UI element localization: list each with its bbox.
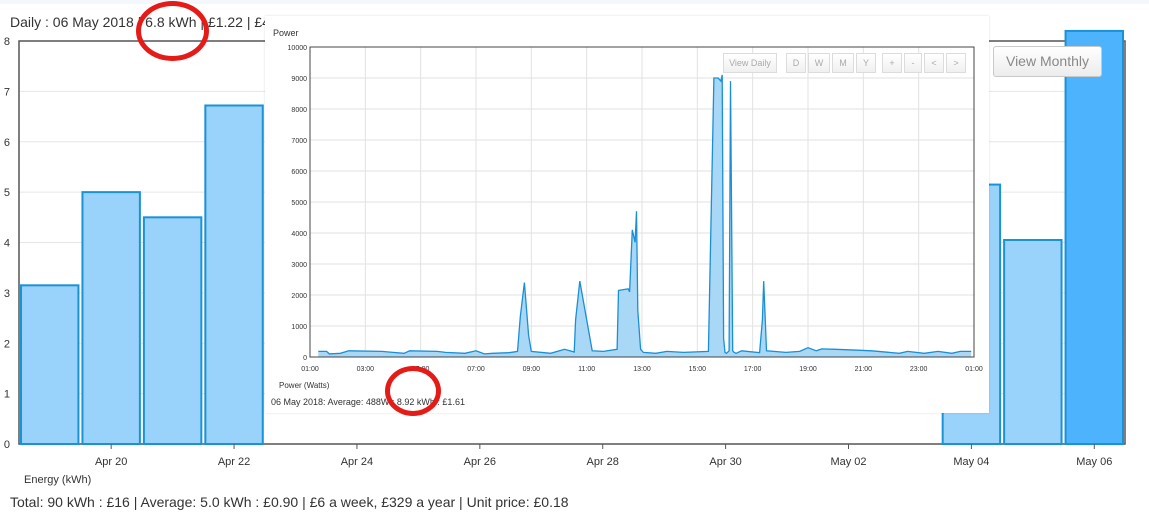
- zoom-out-button[interactable]: -: [904, 53, 922, 73]
- x-tick-label: Apr 24: [341, 456, 373, 468]
- x-tick-label: Apr 20: [95, 456, 127, 468]
- x-tick-label: Apr 28: [587, 456, 619, 468]
- y-tick-label: 4: [4, 238, 10, 250]
- x-tick-label: Apr 22: [218, 456, 250, 468]
- totals-summary: Total: 90 kWh : £16 | Average: 5.0 kWh :…: [10, 494, 569, 510]
- range-day-button[interactable]: D: [786, 53, 806, 73]
- next-button[interactable]: >: [946, 53, 966, 73]
- power-y-tick-label: 7000: [291, 138, 307, 145]
- power-x-tick-label: 21:00: [855, 366, 873, 373]
- y-tick-label: 0: [4, 439, 10, 451]
- y-tick-label: 1: [4, 389, 10, 401]
- bar-apr-20: [81, 191, 141, 445]
- power-chart-title: Power: [273, 28, 299, 38]
- energy-axis-label: Energy (kWh): [24, 474, 92, 486]
- y-tick-label: 2: [4, 338, 10, 350]
- x-tick-label: May 06: [1076, 456, 1112, 468]
- bar-apr-22: [204, 104, 264, 445]
- power-y-tick-label: 10000: [288, 45, 308, 52]
- power-y-tick-label: 0: [303, 355, 307, 362]
- bar-may-05: [1003, 238, 1063, 445]
- power-area: [318, 74, 972, 358]
- x-tick-label: Apr 30: [709, 456, 741, 468]
- prev-button[interactable]: <: [924, 53, 944, 73]
- power-detail-popup: 0 1000 2000 3000 4000 5000 6000 7000 8000 9000 100…: [265, 16, 989, 413]
- power-y-tick-label: 9000: [291, 76, 307, 83]
- view-monthly-button[interactable]: View Monthly: [993, 46, 1102, 77]
- zoom-in-button[interactable]: +: [882, 53, 902, 73]
- x-tick-label: May 02: [830, 456, 866, 468]
- y-tick-label: 6: [4, 137, 10, 149]
- highlight-circle-summary: [385, 366, 441, 416]
- bar-may-06: [1064, 29, 1124, 446]
- power-x-tick-label: 15:00: [689, 366, 707, 373]
- power-y-tick-label: 4000: [291, 231, 307, 238]
- x-tick-label: Apr 26: [464, 456, 496, 468]
- range-week-button[interactable]: W: [808, 53, 830, 73]
- y-tick-label: 8: [4, 36, 10, 48]
- y-tick-label: 5: [4, 187, 10, 199]
- power-line: [318, 74, 972, 355]
- power-y-tick-label: 8000: [291, 107, 307, 114]
- bar-apr-21: [142, 216, 203, 445]
- power-axis-label: Power (Watts): [279, 381, 330, 390]
- power-x-tick-label: 19:00: [799, 366, 817, 373]
- power-y-tick-label: 2000: [291, 293, 307, 300]
- power-x-tick-label: 07:00: [467, 366, 485, 373]
- power-y-tick-label: 6000: [291, 169, 307, 176]
- x-tick-label: May 04: [953, 456, 989, 468]
- power-x-tick-label: 17:00: [744, 366, 762, 373]
- power-y-tick-label: 1000: [291, 324, 307, 331]
- power-x-tick-label: 09:00: [523, 366, 541, 373]
- power-x-tick-label: 03:00: [357, 366, 375, 373]
- power-y-tick-label: 3000: [291, 262, 307, 269]
- y-tick-label: 7: [4, 86, 10, 98]
- highlight-circle-header: [136, 1, 209, 61]
- power-area-chart: 0 1000 2000 3000 4000 5000 6000 7000 8000 9000 100…: [288, 45, 983, 373]
- bar-apr-19: [20, 284, 80, 445]
- power-x-tick-label: 13:00: [633, 366, 651, 373]
- view-daily-button[interactable]: View Daily: [723, 53, 777, 73]
- range-year-button[interactable]: Y: [856, 53, 876, 73]
- power-x-tick-label: 01:00: [301, 366, 319, 373]
- power-y-tick-label: 5000: [291, 200, 307, 207]
- range-month-button[interactable]: M: [832, 53, 854, 73]
- power-x-tick-label: 01:00: [965, 366, 983, 373]
- power-x-tick-label: 23:00: [910, 366, 928, 373]
- power-x-tick-label: 11:00: [578, 366, 595, 373]
- y-tick-label: 3: [4, 288, 10, 300]
